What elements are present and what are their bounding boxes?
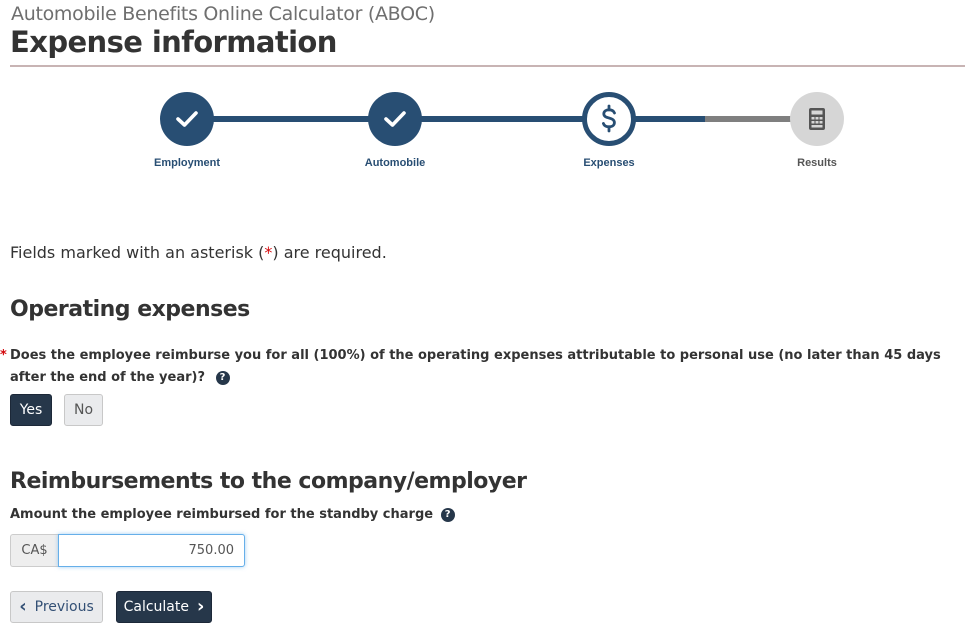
required-star: * <box>0 348 7 363</box>
yes-button[interactable]: Yes <box>10 394 52 426</box>
step-employment <box>160 92 214 146</box>
step-label-results: Results <box>797 157 837 169</box>
required-note-text: Fields marked with an asterisk ( <box>10 243 265 262</box>
step-label-employment: Employment <box>153 157 220 169</box>
standby-reimbursement-input[interactable] <box>58 534 245 567</box>
help-icon[interactable]: ? <box>440 507 455 522</box>
operating-expenses-heading: Operating expenses <box>10 297 250 322</box>
step-label-expenses: Expenses <box>583 157 635 169</box>
required-note-text-end: ) are required. <box>272 243 387 262</box>
chevron-right-icon: › <box>196 596 205 617</box>
step-label-automobile: Automobile <box>364 157 426 169</box>
track-segment-automobile-expenses <box>395 116 609 122</box>
no-button[interactable]: No <box>64 394 103 426</box>
previous-button[interactable]: ‹ Previous <box>10 591 103 623</box>
step-expenses <box>582 92 636 146</box>
check-icon <box>176 111 198 127</box>
track-segment-employment-automobile <box>187 116 395 122</box>
standby-charge-label: Amount the employee reimbursed for the s… <box>10 507 455 522</box>
step-automobile <box>368 92 422 146</box>
amount-input-group: CA$ <box>10 534 245 567</box>
reimbursements-heading: Reimbursements to the company/employer <box>10 469 527 494</box>
step-results <box>790 92 844 146</box>
chevron-left-icon: ‹ <box>19 596 27 617</box>
help-icon[interactable]: ? <box>215 370 230 385</box>
previous-label: Previous <box>34 599 94 615</box>
reimburse-question: * Does the employee reimburse you for al… <box>0 345 970 389</box>
check-icon <box>384 111 406 127</box>
calculate-button[interactable]: Calculate › <box>116 591 212 623</box>
question-text: Does the employee reimburse you for all … <box>10 348 941 385</box>
standby-charge-label-text: Amount the employee reimbursed for the s… <box>10 507 434 522</box>
calculate-label: Calculate <box>123 599 189 615</box>
currency-prefix: CA$ <box>10 534 58 567</box>
required-fields-note: Fields marked with an asterisk (*) are r… <box>10 243 387 262</box>
progress-stepper: Employment Automobile Expenses Results <box>0 0 975 180</box>
calculator-icon <box>809 108 825 130</box>
dollar-icon <box>602 104 616 133</box>
